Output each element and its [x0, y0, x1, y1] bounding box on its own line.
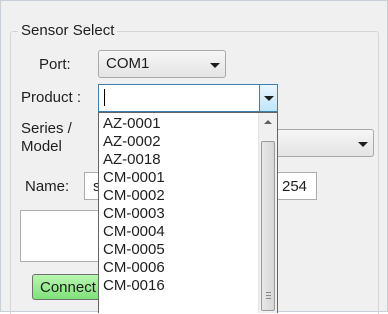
list-item[interactable]: CM-0001 — [103, 170, 165, 186]
port-select[interactable]: COM1 — [98, 50, 226, 78]
dropdown-scrollbar[interactable] — [258, 113, 277, 313]
port-value: COM1 — [106, 55, 150, 72]
list-item[interactable]: CM-0006 — [103, 260, 165, 276]
product-dropdown-list[interactable]: AZ-0001 AZ-0002 AZ-0018 CM-0001 CM-0002 … — [98, 112, 278, 313]
sensor-select-window: Sensor Select Port: COM1 Product : Serie… — [0, 0, 388, 314]
list-item[interactable]: CM-0003 — [103, 206, 165, 222]
list-item[interactable]: CM-0002 — [103, 188, 165, 204]
port-label: Port: — [39, 56, 71, 73]
product-dropdown-button[interactable] — [259, 85, 277, 111]
list-item[interactable]: CM-0016 — [103, 278, 165, 294]
group-title: Sensor Select — [18, 21, 118, 41]
scroll-up-button[interactable] — [259, 113, 277, 131]
scroll-thumb[interactable] — [261, 141, 275, 311]
text-caret — [104, 89, 105, 106]
list-item[interactable]: CM-0005 — [103, 242, 165, 258]
list-item[interactable]: AZ-0018 — [103, 152, 161, 168]
chevron-down-icon — [210, 63, 220, 68]
product-combo[interactable] — [98, 84, 278, 112]
connect-label: Connect — [40, 279, 96, 296]
series-label-line2: Model — [21, 138, 62, 155]
name-value-end: 254 — [282, 178, 308, 195]
list-item[interactable]: CM-0004 — [103, 224, 165, 240]
list-item[interactable]: AZ-0001 — [103, 116, 161, 132]
grip-line — [266, 295, 271, 296]
product-label: Product : — [21, 89, 82, 106]
chevron-down-icon — [358, 142, 368, 147]
grip-line — [266, 292, 271, 293]
grip-line — [266, 298, 271, 299]
name-label: Name: — [25, 178, 70, 195]
series-label-line1: Series / — [21, 120, 72, 137]
list-item[interactable]: AZ-0002 — [103, 134, 161, 150]
chevron-up-icon — [264, 120, 272, 124]
chevron-down-icon — [264, 96, 274, 101]
